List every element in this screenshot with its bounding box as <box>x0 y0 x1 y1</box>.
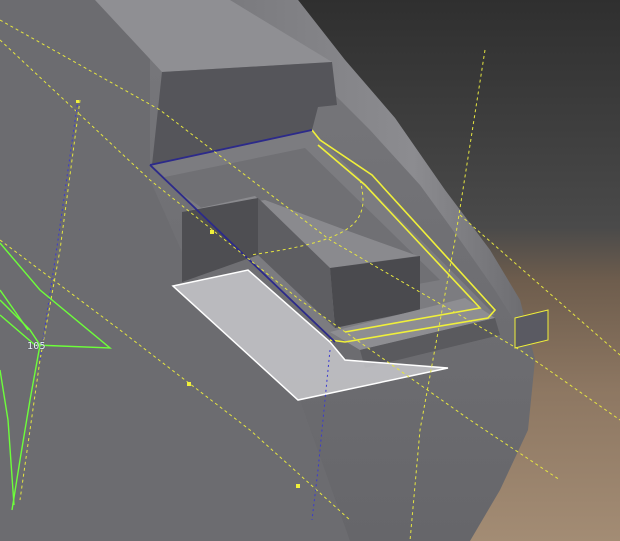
dimension-label[interactable]: 105 <box>27 341 46 352</box>
model-scene[interactable] <box>0 0 620 541</box>
cad-3d-viewport[interactable]: 105 <box>0 0 620 541</box>
